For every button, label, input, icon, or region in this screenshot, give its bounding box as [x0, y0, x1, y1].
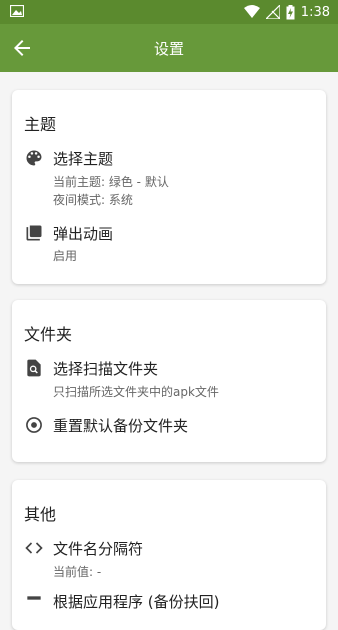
- wifi-icon: [243, 5, 260, 18]
- sort-icon: [27, 596, 41, 600]
- status-time: 1:38: [300, 4, 330, 20]
- status-icons: 1:38: [243, 3, 330, 21]
- item-subtitle: 夜间模式: 系统: [53, 193, 133, 207]
- item-title: 选择扫描文件夹: [53, 360, 159, 378]
- item-subtitle: 启用: [53, 249, 78, 263]
- battery-charging-icon: [286, 4, 295, 19]
- page-title: 设置: [153, 40, 184, 58]
- popup-animation-icon: [26, 225, 42, 241]
- image-notification-icon: [10, 5, 24, 17]
- item-subtitle: 当前主题: 绿色 - 默认: [53, 175, 169, 189]
- no-signal-icon: [265, 5, 280, 19]
- app-toolbar: 设置: [0, 24, 338, 72]
- code-icon: [25, 542, 43, 554]
- section-title: 主题: [24, 115, 57, 134]
- item-title: 根据应用程序 (备份扶回): [53, 593, 220, 611]
- folder-section: 文件夹 选择扫描文件夹 只扫描所选文件夹中的apk文件 重置默认备份文件夹: [12, 300, 326, 462]
- reset-icon: [26, 417, 42, 433]
- item-title: 弹出动画: [53, 225, 114, 243]
- item-title: 文件名分隔符: [53, 540, 144, 558]
- theme-section: 主题 选择主题 当前主题: 绿色 - 默认 夜间模式: 系统 弹出动画 启用: [12, 90, 326, 284]
- item-title: 重置默认备份文件夹: [53, 417, 189, 435]
- item-subtitle: 只扫描所选文件夹中的apk文件: [53, 385, 219, 399]
- scan-folder-icon: [27, 359, 41, 377]
- section-title: 其他: [24, 505, 57, 524]
- other-section: 其他 文件名分隔符 当前值: - 根据应用程序 (备份扶回): [12, 480, 326, 630]
- status-bar: 1:38: [0, 0, 338, 24]
- section-title: 文件夹: [24, 325, 73, 344]
- palette-icon: [26, 150, 42, 166]
- item-title: 选择主题: [53, 150, 114, 168]
- item-subtitle: 当前值: -: [53, 565, 102, 579]
